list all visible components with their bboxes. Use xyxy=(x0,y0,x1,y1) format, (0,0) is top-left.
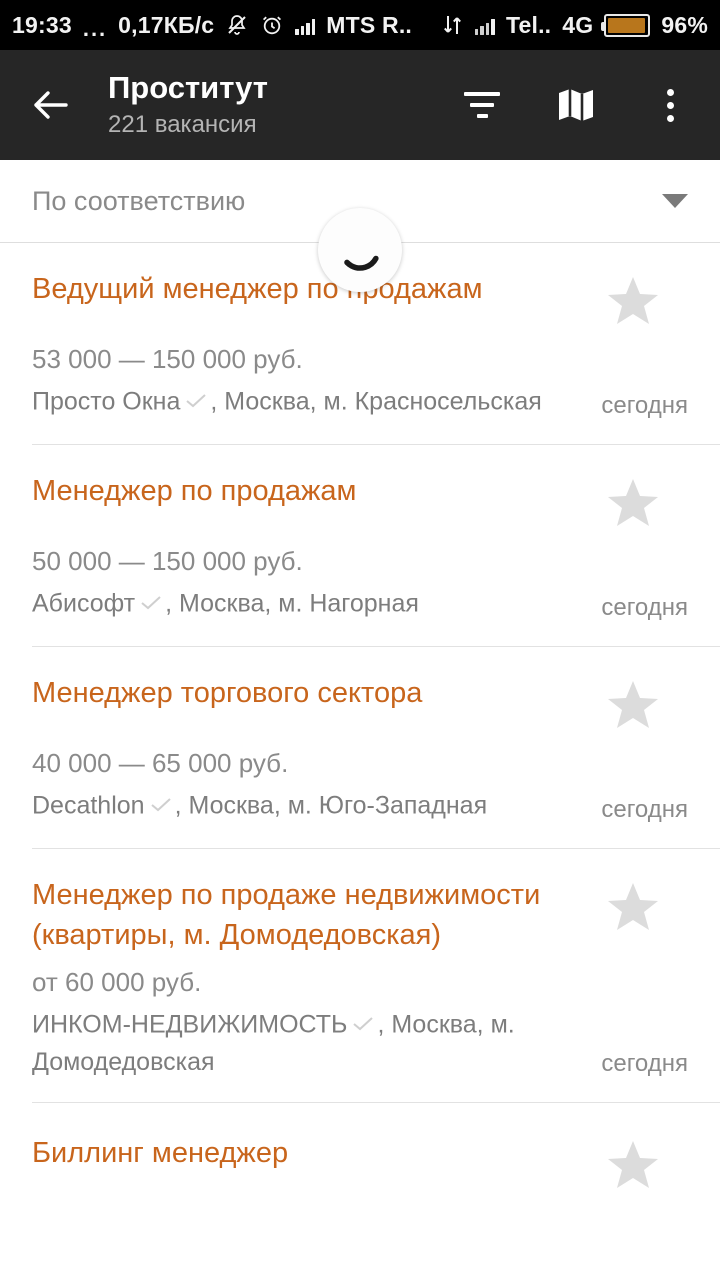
vacancy-salary: 50 000 — 150 000 руб. xyxy=(32,546,303,576)
vacancy-title[interactable]: Менеджер торгового сектора xyxy=(32,673,592,713)
vacancy-title[interactable]: Менеджер по продажам xyxy=(32,471,592,511)
carrier-name-secondary: Tel.. xyxy=(505,11,552,38)
app-bar: Проститут 221 вакансия xyxy=(0,50,720,160)
vacancy-location: , Москва, м. Красносельская xyxy=(210,387,542,416)
verified-check-icon xyxy=(185,384,207,419)
verified-check-icon xyxy=(352,1007,374,1042)
vacancy-card[interactable]: Менеджер торгового сектора 40 000 — 65 0… xyxy=(0,647,720,848)
verified-check-icon xyxy=(150,788,172,823)
alarm-clock-icon xyxy=(260,13,284,37)
vacancy-card[interactable]: Менеджер по продажам 50 000 — 150 000 ру… xyxy=(0,445,720,646)
sort-label: По соответствию xyxy=(32,185,246,216)
bell-muted-icon xyxy=(225,13,249,37)
favorite-star-icon[interactable] xyxy=(606,679,660,736)
vacancy-meta: Decathlon , Москва, м. Юго-Западная xyxy=(32,788,592,826)
vacancy-date: сегодня xyxy=(601,594,688,621)
vacancy-date: сегодня xyxy=(601,392,688,419)
phone-screen: 19:33 ... 0,17КБ/с MTS R.. Tel.. 4G 96% … xyxy=(0,0,720,1280)
more-vertical-icon[interactable] xyxy=(648,83,692,127)
page-title: Проститут xyxy=(108,70,268,105)
signal-bars-secondary-icon xyxy=(474,15,495,35)
status-data-rate: 0,17КБ/с xyxy=(118,11,215,38)
company-name: Просто Окна xyxy=(32,387,181,416)
battery-icon xyxy=(601,13,651,37)
vacancy-salary: 40 000 — 65 000 руб. xyxy=(32,748,289,778)
map-icon[interactable] xyxy=(554,83,598,127)
favorite-star-icon[interactable] xyxy=(606,1139,660,1196)
status-time: 19:33 xyxy=(12,11,72,38)
vacancy-title[interactable]: Биллинг менеджер xyxy=(32,1133,592,1173)
company-name: Decathlon xyxy=(32,791,145,820)
battery-percent-label: 96% xyxy=(661,11,708,38)
favorite-star-icon[interactable] xyxy=(606,477,660,534)
appbar-titles: Проститут 221 вакансия xyxy=(108,69,268,141)
page-subtitle: 221 вакансия xyxy=(108,111,257,138)
favorite-star-icon[interactable] xyxy=(606,881,660,938)
vacancy-list: Ведущий менеджер по продажам 53 000 — 15… xyxy=(0,243,720,1218)
favorite-star-icon[interactable] xyxy=(606,275,660,332)
company-name: ИНКОМ-НЕДВИЖИМОСТЬ xyxy=(32,1010,348,1039)
vacancy-date: сегодня xyxy=(601,1050,688,1077)
status-bar: 19:33 ... 0,17КБ/с MTS R.. Tel.. 4G 96% xyxy=(0,0,720,50)
carrier-name-primary: MTS R.. xyxy=(326,11,413,38)
vacancy-card[interactable]: Менеджер по продаже недвижимости (кварти… xyxy=(0,849,720,1102)
verified-check-icon xyxy=(140,586,162,621)
vacancy-card[interactable]: Биллинг менеджер xyxy=(0,1103,720,1218)
vacancy-date: сегодня xyxy=(601,796,688,823)
vacancy-meta: ИНКОМ-НЕДВИЖИМОСТЬ, Москва, м. Домодедов… xyxy=(32,1007,592,1080)
vacancy-salary: от 60 000 руб. xyxy=(32,967,202,997)
filter-icon[interactable] xyxy=(460,83,504,127)
chevron-down-icon xyxy=(662,194,688,208)
back-arrow-icon[interactable] xyxy=(22,77,78,133)
data-transfer-icon xyxy=(442,13,464,37)
appbar-actions xyxy=(460,83,698,127)
spinner-icon xyxy=(318,208,402,292)
vacancy-title[interactable]: Менеджер по продаже недвижимости (кварти… xyxy=(32,875,592,955)
company-name: Абисофт xyxy=(32,589,136,618)
vacancy-salary: 53 000 — 150 000 руб. xyxy=(32,344,303,374)
signal-bars-icon xyxy=(295,15,316,35)
vacancy-location: , Москва, м. Нагорная xyxy=(165,589,419,618)
vacancy-location: , Москва, м. Юго-Западная xyxy=(174,791,488,820)
vacancy-title[interactable]: Ведущий менеджер по продажам xyxy=(32,269,592,309)
status-dots: ... xyxy=(82,16,108,41)
vacancy-meta: Просто Окна , Москва, м. Красносельская xyxy=(32,384,592,422)
vacancy-meta: Абисофт , Москва, м. Нагорная xyxy=(32,586,592,624)
network-type-label: 4G xyxy=(562,11,594,38)
